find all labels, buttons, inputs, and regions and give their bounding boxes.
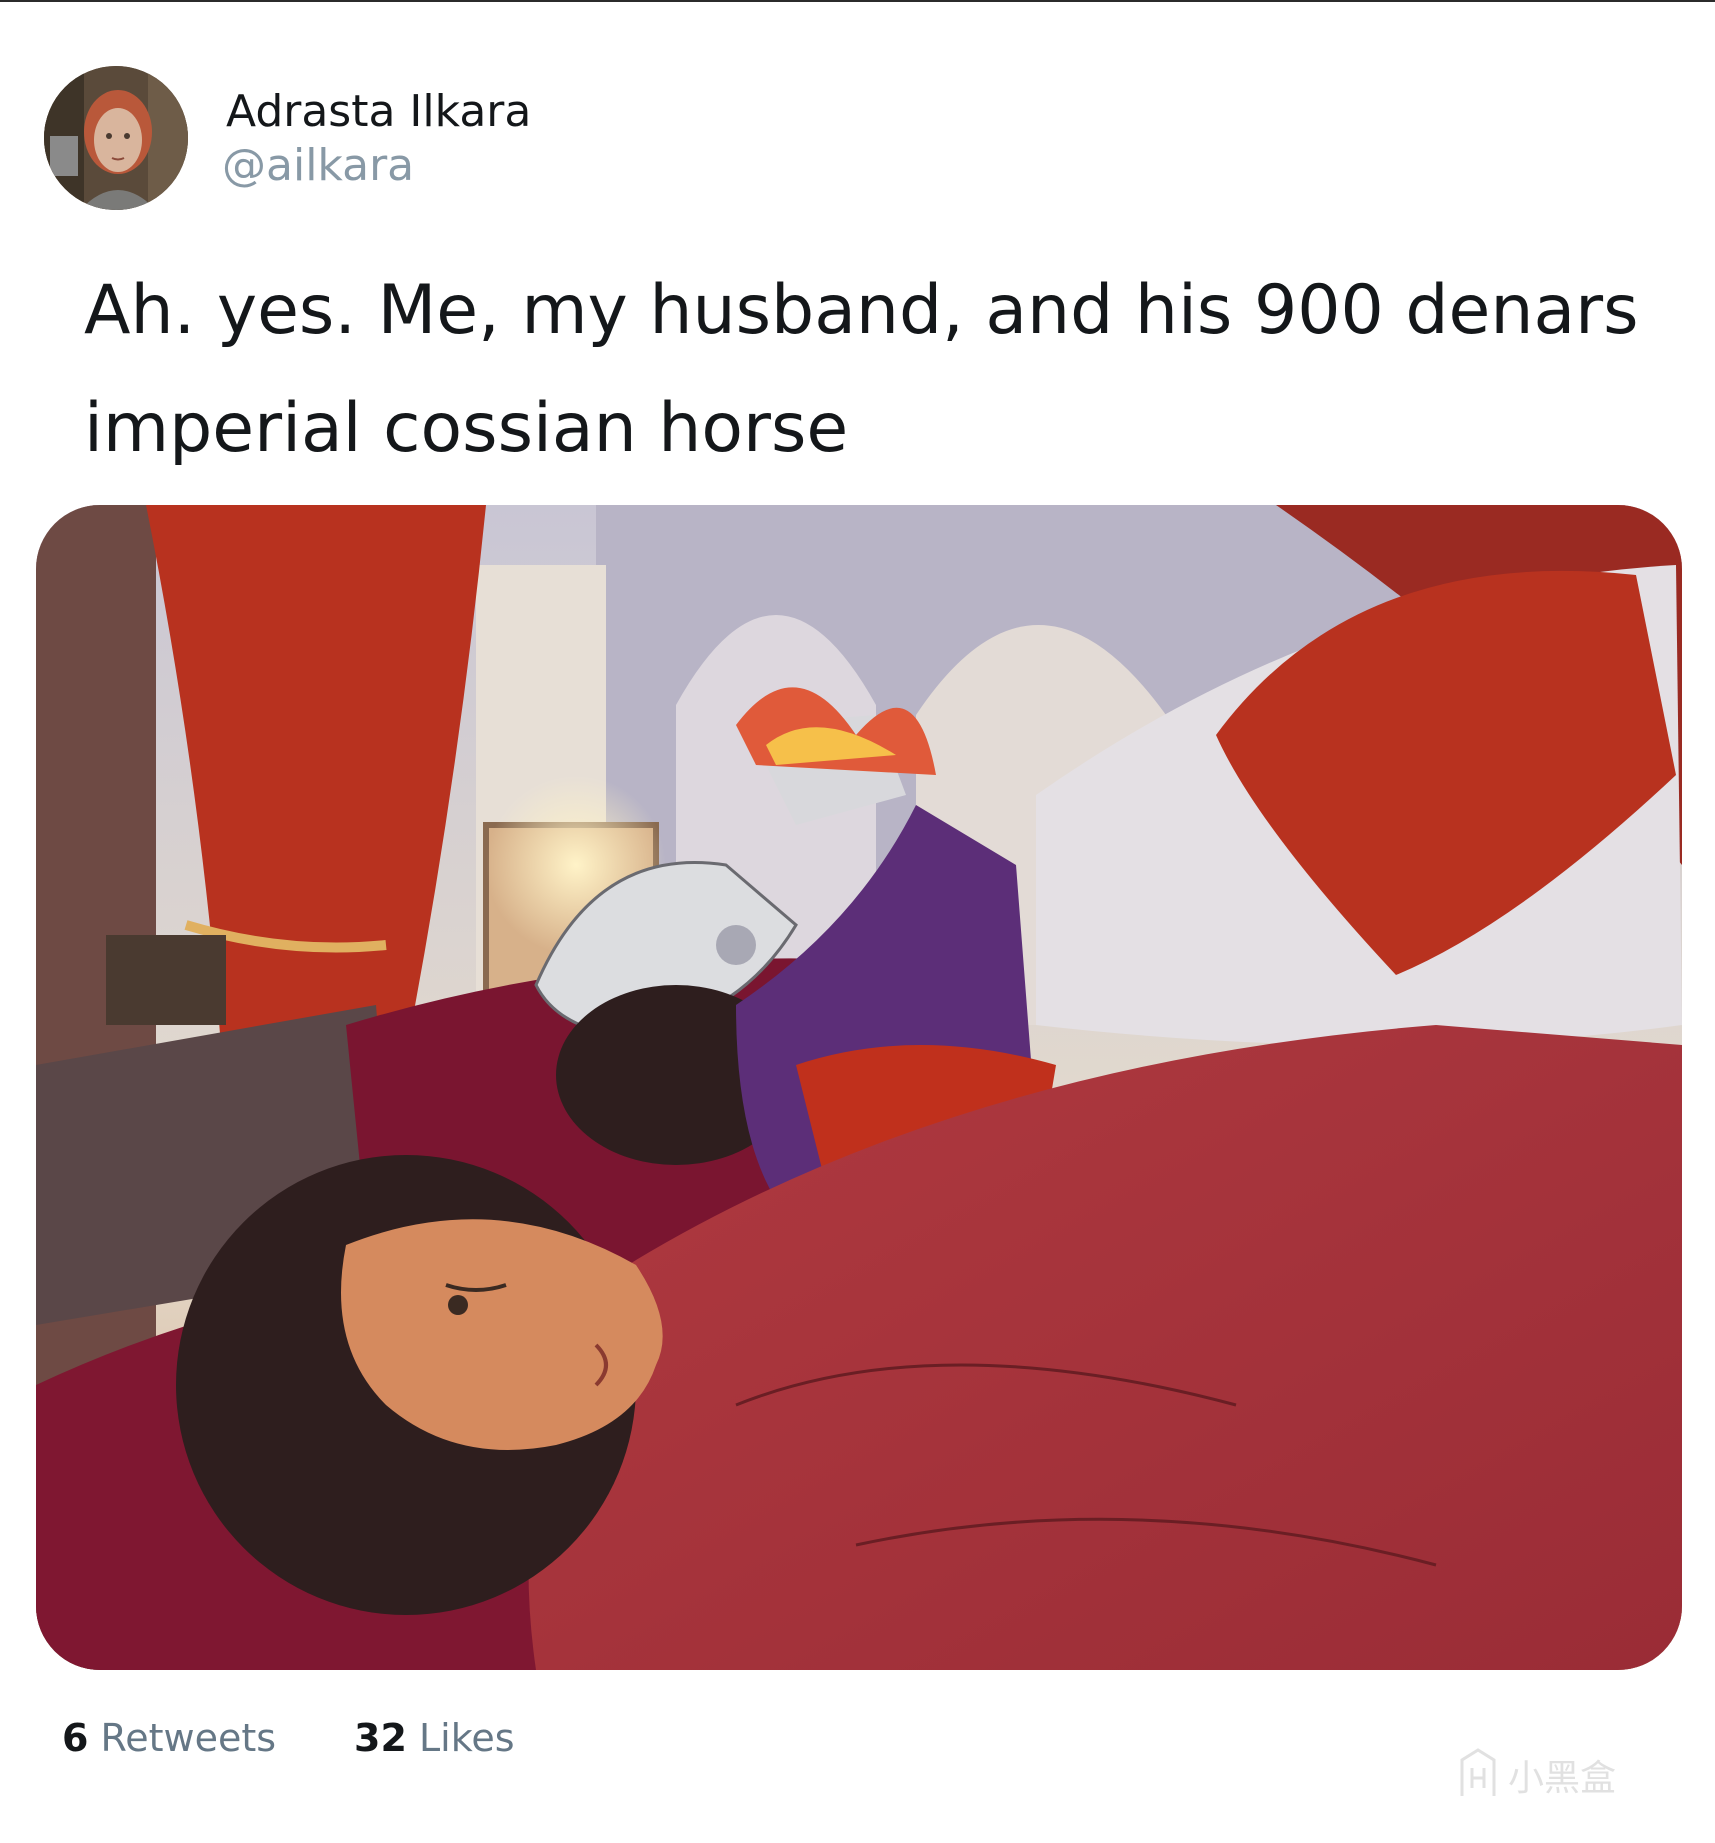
likes-count: 32 bbox=[354, 1716, 407, 1760]
tweet-media-image[interactable] bbox=[36, 505, 1682, 1670]
tweet-text-line: Ah. yes. Me, my husband, and his 900 den… bbox=[84, 271, 1639, 350]
tweet-text: Ah. yes. Me, my husband, and his 900 den… bbox=[84, 252, 1644, 488]
avatar[interactable] bbox=[44, 66, 188, 210]
retweets-stat[interactable]: 6 Retweets bbox=[62, 1716, 276, 1760]
author-handle[interactable]: @ailkara bbox=[222, 140, 414, 191]
watermark-text: 小黑盒 bbox=[1508, 1758, 1616, 1799]
illustration bbox=[36, 505, 1682, 1670]
avatar-portrait bbox=[44, 66, 188, 210]
tweet-text-line: imperial cossian horse bbox=[84, 389, 849, 468]
watermark: 小黑盒 bbox=[1456, 1746, 1666, 1802]
likes-stat[interactable]: 32 Likes bbox=[354, 1716, 515, 1760]
watermark-logo-icon: 小黑盒 bbox=[1459, 1747, 1616, 1799]
retweets-label: Retweets bbox=[100, 1716, 277, 1760]
likes-label: Likes bbox=[418, 1716, 515, 1760]
top-border bbox=[0, 0, 1715, 2]
author-display-name[interactable]: Adrasta Ilkara bbox=[226, 86, 531, 137]
retweets-count: 6 bbox=[62, 1716, 89, 1760]
